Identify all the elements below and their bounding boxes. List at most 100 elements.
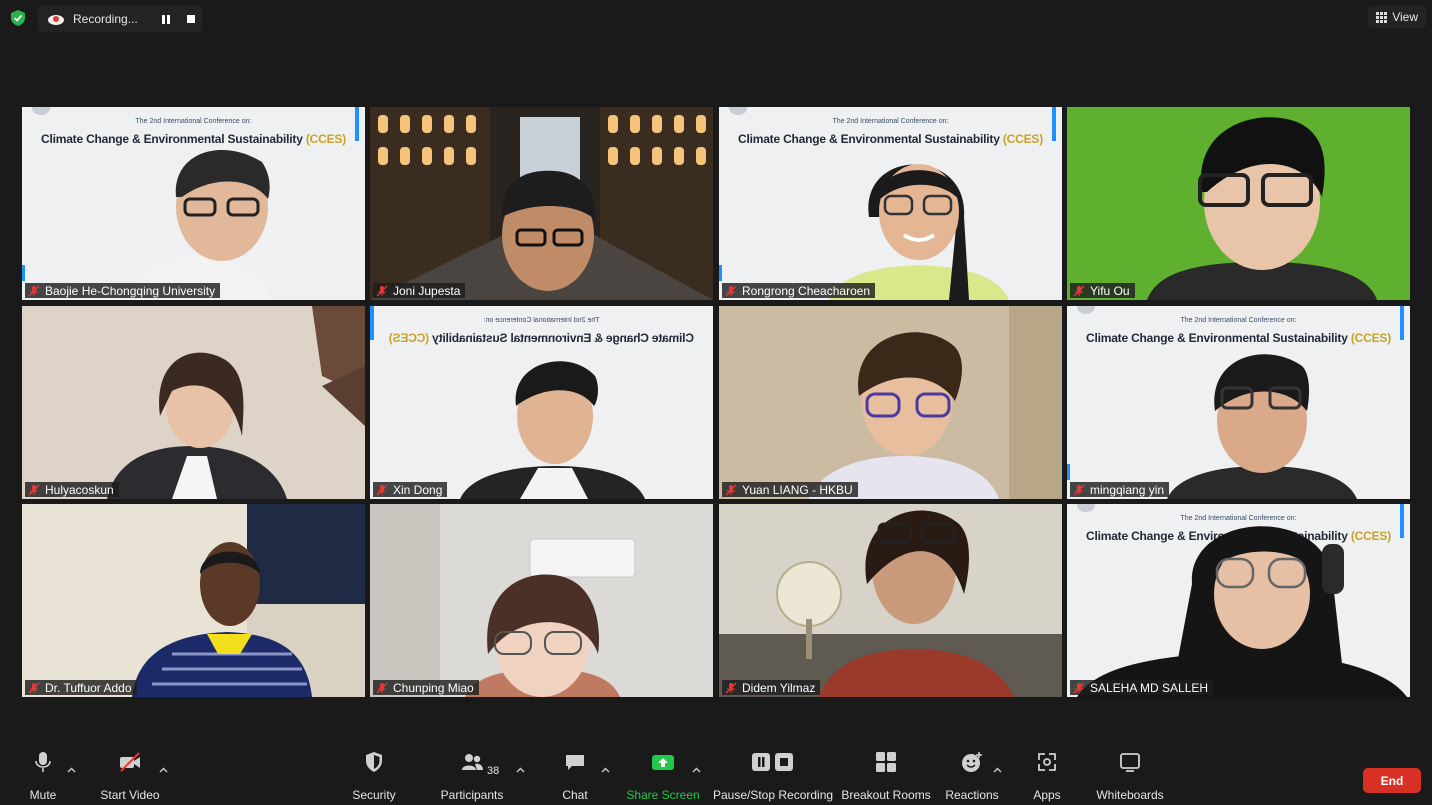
grid-view-icon: [1376, 11, 1388, 23]
view-label: View: [1392, 10, 1418, 24]
participant-video: [829, 164, 1009, 300]
video-tile[interactable]: The 2nd International Conference on: Cli…: [22, 107, 365, 300]
video-tile[interactable]: Chunping Miao: [370, 504, 713, 697]
video-tile[interactable]: Dr. Tuffuor Addo: [22, 504, 365, 697]
video-tile[interactable]: Didem Yilmaz: [719, 504, 1062, 697]
share-screen-label: Share Screen: [626, 788, 700, 802]
mic-muted-icon: [376, 285, 388, 296]
participant-video: [22, 504, 365, 697]
reactions-button[interactable]: Reactions: [945, 745, 999, 805]
participant-nametag: mingqiang yin: [1070, 482, 1170, 497]
participant-video: [22, 306, 365, 499]
participants-options-chevron-icon[interactable]: [516, 767, 525, 773]
mic-muted-icon: [1073, 285, 1085, 296]
video-off-icon: [120, 752, 140, 772]
audio-options-chevron-icon[interactable]: [67, 767, 76, 773]
security-shield-icon: [366, 752, 382, 772]
video-options-chevron-icon[interactable]: [159, 767, 168, 773]
mic-muted-icon: [1073, 484, 1085, 495]
participant-nametag: Chunping Miao: [373, 680, 479, 695]
participant-name: Chunping Miao: [393, 680, 474, 695]
chat-button[interactable]: Chat: [560, 745, 590, 805]
share-screen-arrow-icon: [652, 755, 674, 770]
participant-video: [1077, 526, 1407, 697]
active-speaker-marker: [22, 265, 25, 281]
participant-nametag: Dr. Tuffuor Addo: [25, 680, 137, 695]
participant-name: Rongrong Cheacharoen: [742, 283, 871, 298]
pause-recording-icon[interactable]: [162, 15, 171, 24]
participants-count: 38: [487, 765, 500, 777]
participant-nametag: SALEHA MD SALLEH: [1070, 680, 1214, 695]
view-button[interactable]: View: [1368, 6, 1426, 28]
chat-label: Chat: [562, 788, 588, 802]
participant-video: [719, 306, 1062, 499]
participant-video: [1167, 354, 1357, 499]
participant-nametag: Hulyacoskun: [25, 482, 119, 497]
participant-video: [719, 504, 1062, 697]
whiteboards-button[interactable]: Whiteboards: [1096, 745, 1164, 805]
pause-stop-recording-label: Pause/Stop Recording: [712, 788, 834, 802]
mic-muted-icon: [28, 682, 40, 693]
video-tile[interactable]: The 2nd International Conference on: Cli…: [1067, 504, 1410, 697]
breakout-rooms-icon: [876, 752, 896, 772]
whiteboard-icon: [1120, 753, 1140, 772]
participant-nametag: Yifu Ou: [1070, 283, 1135, 298]
video-tile[interactable]: The 2nd International Conference on: Cli…: [1067, 306, 1410, 499]
participant-nametag: Yuan LIANG - HKBU: [722, 482, 858, 497]
recording-indicator: Recording...: [38, 6, 202, 32]
participant-name: Joni Jupesta: [393, 283, 461, 298]
security-button[interactable]: Security: [348, 745, 400, 805]
participant-video: [460, 361, 645, 499]
participant-nametag: Rongrong Cheacharoen: [722, 283, 876, 298]
participant-name: Yuan LIANG - HKBU: [742, 482, 853, 497]
participant-nametag: Xin Dong: [373, 482, 448, 497]
video-tile[interactable]: Yifu Ou: [1067, 107, 1410, 300]
street-virtual-background: [370, 107, 713, 300]
reactions-label: Reactions: [945, 788, 999, 802]
start-video-button[interactable]: Start Video: [100, 745, 160, 805]
participant-name: SALEHA MD SALLEH: [1090, 680, 1209, 695]
pause-stop-recording-button[interactable]: Pause/Stop Recording: [712, 745, 834, 805]
green-screen-background: [1067, 107, 1410, 300]
mic-muted-icon: [1073, 682, 1085, 693]
video-tile[interactable]: Hulyacoskun: [22, 306, 365, 499]
mic-muted-icon: [28, 484, 40, 495]
start-video-label: Start Video: [100, 788, 160, 802]
security-label: Security: [352, 788, 396, 802]
participant-name: Baojie He-Chongqing University: [45, 283, 216, 298]
apps-button[interactable]: Apps: [1031, 745, 1063, 805]
mic-muted-icon: [28, 285, 40, 296]
end-meeting-button[interactable]: End: [1363, 768, 1421, 793]
reactions-options-chevron-icon[interactable]: [993, 767, 1002, 773]
participant-name: Yifu Ou: [1090, 283, 1130, 298]
participant-nametag: Baojie He-Chongqing University: [25, 283, 221, 298]
mic-muted-icon: [725, 285, 737, 296]
breakout-rooms-button[interactable]: Breakout Rooms: [841, 745, 931, 805]
active-speaker-marker: [719, 265, 722, 281]
video-tile[interactable]: Yuan LIANG - HKBU: [719, 306, 1062, 499]
share-screen-button[interactable]: Share Screen: [626, 745, 700, 805]
participant-nametag: Didem Yilmaz: [722, 680, 821, 695]
participant-name: Xin Dong: [393, 482, 443, 497]
video-tile[interactable]: Joni Jupesta: [370, 107, 713, 300]
mute-button[interactable]: Mute: [28, 745, 58, 805]
chat-bubble-icon: [566, 755, 584, 770]
share-options-chevron-icon[interactable]: [692, 767, 701, 773]
apps-label: Apps: [1033, 788, 1061, 802]
breakout-rooms-label: Breakout Rooms: [841, 788, 931, 802]
video-tile[interactable]: The 2nd International Conference on: Cli…: [719, 107, 1062, 300]
participant-video: [370, 504, 713, 697]
whiteboards-label: Whiteboards: [1096, 788, 1164, 802]
participants-label: Participants: [440, 788, 504, 802]
mic-muted-icon: [725, 484, 737, 495]
active-speaker-marker: [1067, 464, 1070, 480]
participants-icon: [462, 754, 483, 770]
participant-name: mingqiang yin: [1090, 482, 1165, 497]
chat-options-chevron-icon[interactable]: [601, 767, 610, 773]
stop-recording-icon[interactable]: [187, 15, 195, 23]
recording-label: Recording...: [73, 12, 138, 26]
mic-muted-icon: [376, 484, 388, 495]
apps-icon: [1038, 753, 1056, 771]
encryption-shield-icon[interactable]: [9, 9, 27, 27]
video-tile[interactable]: The 2nd International Conference on: Cli…: [370, 306, 713, 499]
